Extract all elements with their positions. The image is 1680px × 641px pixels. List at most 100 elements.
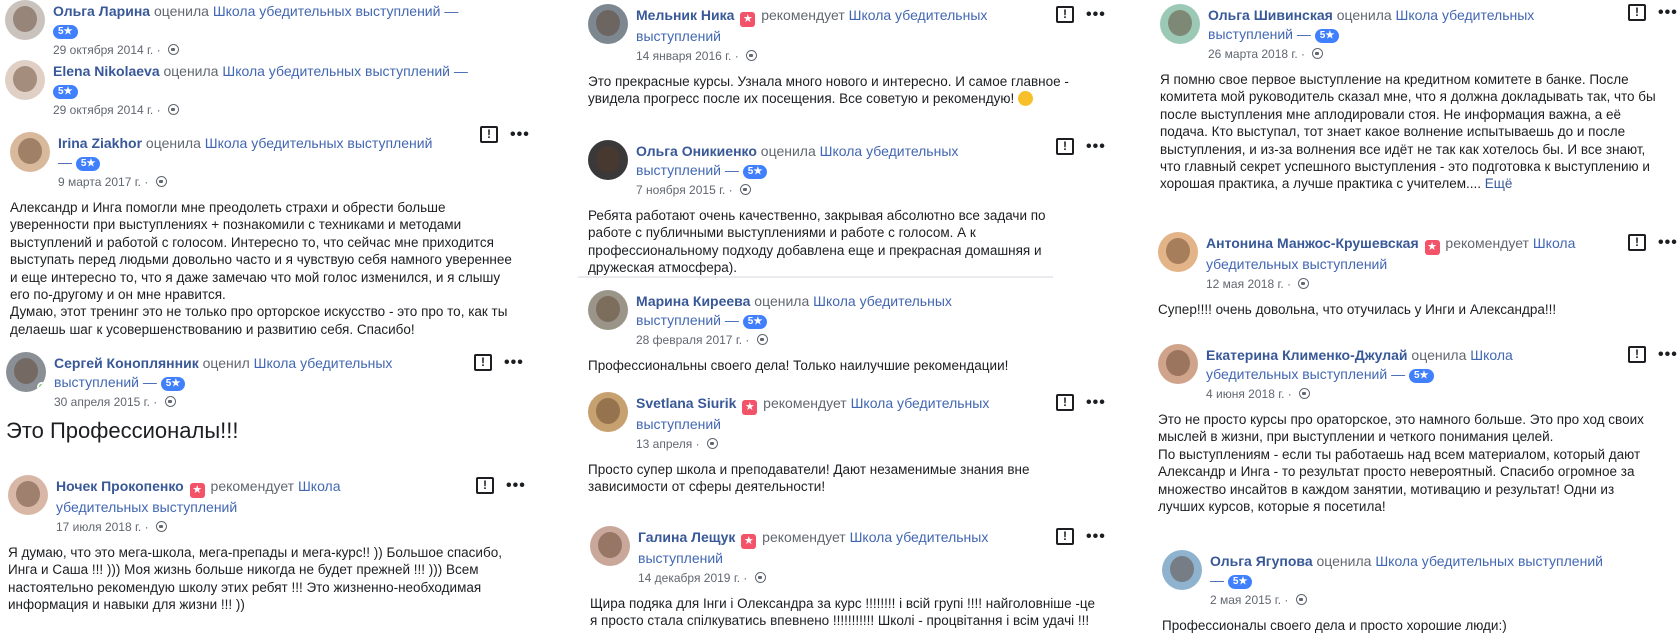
reviewer-name[interactable]: Svetlana Siurik xyxy=(636,395,736,411)
review-date[interactable]: 7 ноября 2015 г. xyxy=(636,183,725,197)
action-verb: оценила xyxy=(760,143,816,159)
review-date[interactable]: 30 апреля 2015 г. xyxy=(54,395,150,409)
page-link[interactable]: Школа убедительных выступлений xyxy=(205,135,433,151)
action-verb: оценила xyxy=(754,293,810,309)
more-options-icon[interactable]: ••• xyxy=(1086,528,1106,544)
avatar[interactable] xyxy=(1160,4,1200,44)
avatar[interactable] xyxy=(10,132,50,172)
online-status-icon xyxy=(37,382,46,392)
review-date[interactable]: 4 июня 2018 г. xyxy=(1206,387,1284,401)
dash: — xyxy=(724,312,739,328)
avatar[interactable] xyxy=(588,140,628,180)
report-icon[interactable] xyxy=(1628,234,1646,251)
recommend-icon: ★ xyxy=(1424,240,1440,255)
avatar[interactable] xyxy=(588,4,628,44)
report-icon[interactable] xyxy=(1628,4,1646,21)
globe-icon xyxy=(167,104,179,115)
avatar[interactable] xyxy=(5,60,45,100)
dash: — xyxy=(1391,366,1406,382)
review-item: Elena Nikolaeva оценила Школа убедительн… xyxy=(5,60,475,119)
more-options-icon[interactable]: ••• xyxy=(1086,138,1106,154)
reviewer-name[interactable]: Ольга Ларина xyxy=(53,3,150,19)
dash: — xyxy=(724,162,739,178)
reviewer-name[interactable]: Сергей Коноплянник xyxy=(54,355,199,371)
rating-badge: 5★ xyxy=(53,25,78,39)
review-date[interactable]: 29 октября 2014 г. xyxy=(53,43,153,57)
dash: — xyxy=(142,374,157,390)
avatar[interactable] xyxy=(1162,550,1202,590)
review-item: Ольга Ларина оценила Школа убедительных … xyxy=(5,0,475,59)
review-date[interactable]: 14 января 2016 г. xyxy=(636,49,731,63)
reviewer-name[interactable]: Галина Лещук xyxy=(638,529,735,545)
report-icon[interactable] xyxy=(480,126,498,143)
review-date[interactable]: 12 мая 2018 г. xyxy=(1206,277,1284,291)
review-date[interactable]: 9 марта 2017 г. xyxy=(58,175,141,189)
review-date[interactable]: 29 октября 2014 г. xyxy=(53,103,153,117)
reviewer-name[interactable]: Irina Ziakhor xyxy=(58,135,142,151)
review-text: Это прекрасные курсы. Узнала много новог… xyxy=(588,74,1069,107)
review-date[interactable]: 28 февраля 2017 г. xyxy=(636,333,742,347)
reviewer-name[interactable]: Марина Киреева xyxy=(636,293,750,309)
action-verb: оценила xyxy=(145,135,201,151)
avatar[interactable] xyxy=(6,352,46,392)
review-text: Я помню свое первое выступление на креди… xyxy=(1160,72,1656,192)
report-icon[interactable] xyxy=(1628,346,1646,363)
action-verb: оценила xyxy=(1316,553,1372,569)
review-date[interactable]: 2 мая 2015 г. xyxy=(1210,593,1281,607)
globe-icon xyxy=(164,396,176,407)
avatar[interactable] xyxy=(588,392,628,432)
rating-badge: 5★ xyxy=(1314,29,1340,43)
reviewer-name[interactable]: Ольга Ягупова xyxy=(1210,553,1313,569)
dash: — xyxy=(1296,26,1311,42)
globe-icon xyxy=(1298,278,1310,289)
report-icon[interactable] xyxy=(1056,138,1074,155)
avatar[interactable] xyxy=(8,475,48,515)
review-text: Ребята работают очень качественно, закры… xyxy=(588,208,1046,276)
avatar[interactable] xyxy=(1158,344,1198,384)
reviewer-name[interactable]: Ночек Прокопенко xyxy=(56,478,184,494)
avatar[interactable] xyxy=(588,290,628,330)
globe-icon xyxy=(167,44,179,55)
reviewer-name[interactable]: Ольга Оникиенко xyxy=(636,143,757,159)
review-text: Я думаю, что это мега-школа, мега-препад… xyxy=(8,545,502,613)
page-link[interactable]: Школа убедительных выступлений xyxy=(1375,553,1603,569)
globe-icon xyxy=(1312,48,1324,59)
page-link[interactable]: Школа убедительных выступлений xyxy=(222,63,450,79)
more-options-icon[interactable]: ••• xyxy=(1658,346,1678,362)
review-item: Галина Лещук ★ рекомендует Школа убедите… xyxy=(590,526,1105,630)
review-date[interactable]: 26 марта 2018 г. xyxy=(1208,47,1298,61)
rating-badge: 5★ xyxy=(742,315,768,329)
action-verb: рекомендует xyxy=(761,7,845,23)
see-more-link[interactable]: Ещё xyxy=(1485,176,1513,191)
review-date[interactable]: 14 декабря 2019 г. xyxy=(638,571,740,585)
reviewer-name[interactable]: Elena Nikolaeva xyxy=(53,63,160,79)
more-options-icon[interactable]: ••• xyxy=(1086,6,1106,22)
more-options-icon[interactable]: ••• xyxy=(504,354,524,370)
more-options-icon[interactable]: ••• xyxy=(1658,4,1678,20)
more-options-icon[interactable]: ••• xyxy=(1086,394,1106,410)
more-options-icon[interactable]: ••• xyxy=(506,477,526,493)
globe-icon xyxy=(1299,388,1311,399)
reviewer-name[interactable]: Екатерина Клименко-Джулай xyxy=(1206,347,1408,363)
reviewer-name[interactable]: Ольга Шивинская xyxy=(1208,7,1333,23)
review-date[interactable]: 13 апреля xyxy=(636,437,692,451)
more-options-icon[interactable]: ••• xyxy=(1658,234,1678,250)
report-icon[interactable] xyxy=(1056,394,1074,411)
more-options-icon[interactable]: ••• xyxy=(510,126,530,142)
review-date[interactable]: 17 июля 2018 г. xyxy=(56,520,141,534)
reviewer-name[interactable]: Мельник Ника xyxy=(636,7,734,23)
avatar[interactable] xyxy=(5,0,45,40)
report-icon[interactable] xyxy=(476,477,494,494)
report-icon[interactable] xyxy=(474,354,492,371)
report-icon[interactable] xyxy=(1056,6,1074,23)
page-link[interactable]: Школа убедительных выступлений xyxy=(213,3,441,19)
reviewer-name[interactable]: Антонина Манжос-Крушевская xyxy=(1206,235,1419,251)
review-text: Это Профессионалы!!! xyxy=(6,418,239,443)
report-icon[interactable] xyxy=(1056,528,1074,545)
avatar[interactable] xyxy=(590,526,630,566)
action-verb: рекомендует xyxy=(762,529,846,545)
avatar[interactable] xyxy=(1158,232,1198,272)
review-text: Профессиональны своего дела! Только наил… xyxy=(588,358,1009,373)
action-verb: оценил xyxy=(202,355,250,371)
rating-badge: 5★ xyxy=(742,165,768,179)
